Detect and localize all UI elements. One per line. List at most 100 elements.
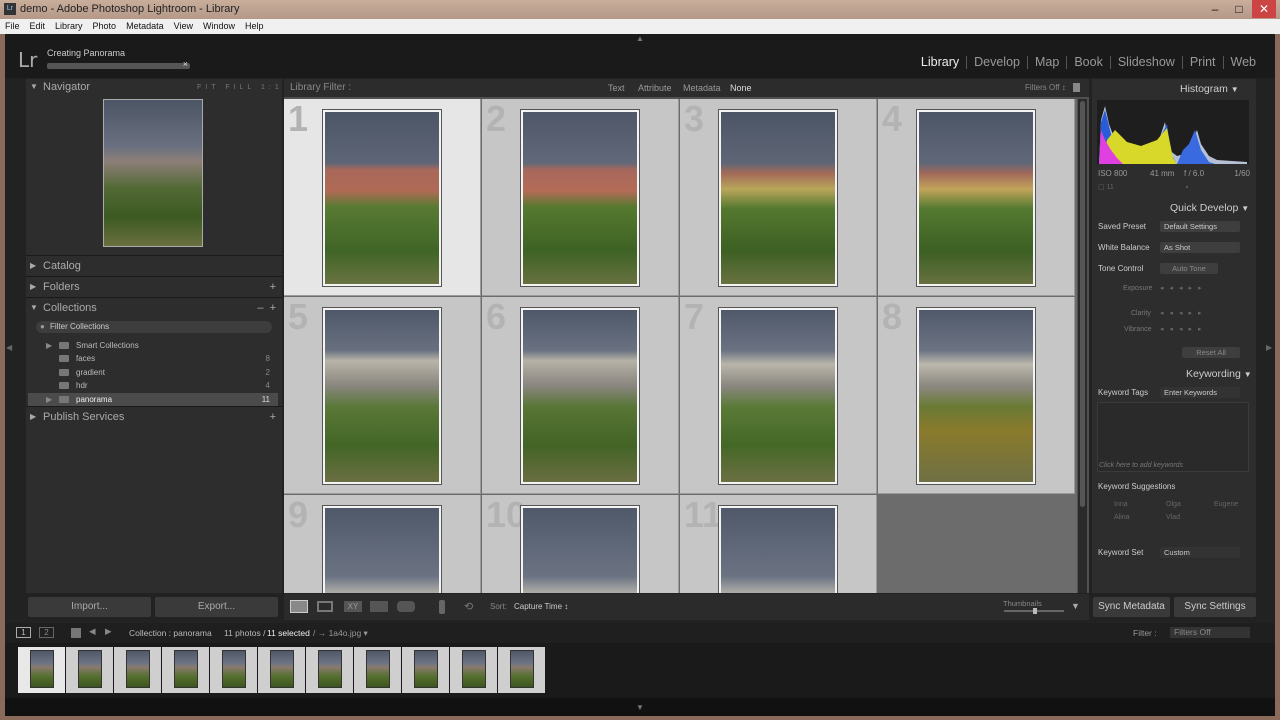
photo-thumbnail[interactable]	[916, 307, 1036, 485]
photo-thumbnail[interactable]	[520, 307, 640, 485]
grid-icon[interactable]	[71, 628, 81, 638]
suggestion-item[interactable]: Alina	[1114, 514, 1130, 521]
collection-item[interactable]: gradient 2	[28, 366, 278, 379]
collection-item[interactable]: hdr 4	[28, 379, 278, 392]
publish-services-header[interactable]: ▶ Publish Services +	[26, 406, 282, 426]
module-map[interactable]: Map	[1027, 56, 1066, 69]
filmstrip-thumbnail[interactable]	[402, 647, 449, 693]
photo-thumbnail[interactable]	[520, 109, 640, 287]
grid-cell[interactable]: 5	[284, 297, 481, 494]
photo-thumbnail[interactable]	[718, 505, 838, 593]
filters-off-dropdown[interactable]: Filters Off ↕	[1025, 79, 1066, 97]
reset-all-button[interactable]: Reset All	[1182, 347, 1240, 358]
folders-header[interactable]: ▶ Folders +	[26, 276, 282, 296]
keywording-header[interactable]: Keywording ▼	[1186, 368, 1252, 380]
photo-thumbnail[interactable]	[718, 307, 838, 485]
import-button[interactable]: Import...	[28, 597, 151, 617]
grid-cell[interactable]: 7	[680, 297, 877, 494]
filter-collections-input[interactable]: Filter Collections ●	[36, 321, 272, 333]
grid-cell[interactable]: 1	[284, 99, 481, 296]
screen-2-icon[interactable]: 2	[39, 627, 54, 638]
menu-help[interactable]: Help	[240, 19, 269, 34]
module-slideshow[interactable]: Slideshow	[1109, 56, 1182, 69]
menu-photo[interactable]: Photo	[88, 19, 122, 34]
filter-text[interactable]: Text	[608, 79, 625, 97]
collapse-top-icon[interactable]: ▲	[636, 34, 644, 43]
photo-thumbnail[interactable]	[520, 505, 640, 593]
screen-1-icon[interactable]: 1	[16, 627, 31, 638]
collection-item[interactable]: ▶ Smart Collections	[28, 339, 278, 352]
sync-settings-button[interactable]: Sync Settings	[1174, 597, 1256, 617]
module-library[interactable]: Library	[914, 56, 966, 69]
left-panel-toggle-icon[interactable]: ◀	[6, 343, 12, 352]
exposure-buttons[interactable]: ◂◂◂▸▸	[1160, 284, 1240, 294]
filmstrip-thumbnail[interactable]	[498, 647, 545, 693]
menu-edit[interactable]: Edit	[25, 19, 51, 34]
collections-header[interactable]: ▼ Collections – +	[26, 297, 282, 317]
photo-thumbnail[interactable]	[322, 505, 442, 593]
forward-arrow-icon[interactable]: ▶	[105, 626, 112, 637]
grid-cell[interactable]: 4	[878, 99, 1075, 296]
menu-window[interactable]: Window	[198, 19, 240, 34]
photo-thumbnail[interactable]	[322, 109, 442, 287]
vibrance-buttons[interactable]: ◂◂◂▸▸	[1160, 325, 1240, 335]
sort-direction-icon[interactable]: ⟲	[464, 600, 473, 613]
clarity-buttons[interactable]: ◂◂◂▸▸	[1160, 309, 1240, 319]
right-panel-toggle-icon[interactable]: ▶	[1266, 343, 1272, 352]
filmstrip-thumbnail[interactable]	[210, 647, 257, 693]
sort-dropdown[interactable]: Capture Time ↕	[514, 602, 568, 611]
grid-view-icon[interactable]	[290, 600, 308, 613]
filmstrip-thumbnail[interactable]	[18, 647, 65, 693]
grid-scrollbar[interactable]	[1078, 99, 1087, 593]
suggestion-item[interactable]: Vlad	[1166, 514, 1180, 521]
grid-cell[interactable]: 10	[482, 495, 679, 593]
maximize-button[interactable]: □	[1228, 0, 1250, 18]
export-button[interactable]: Export...	[155, 597, 278, 617]
filmstrip-thumbnail[interactable]	[354, 647, 401, 693]
filter-metadata[interactable]: Metadata	[683, 79, 721, 97]
filmstrip-thumbnail[interactable]	[306, 647, 353, 693]
minimize-button[interactable]: –	[1204, 0, 1226, 18]
filter-none[interactable]: None	[730, 79, 752, 97]
histogram-tools[interactable]: ▢ 11 ▪	[1098, 183, 1248, 191]
survey-view-icon[interactable]	[370, 601, 388, 612]
suggestion-item[interactable]: Olga	[1166, 501, 1181, 508]
suggestion-item[interactable]: Inna	[1114, 501, 1128, 508]
loupe-view-icon[interactable]	[317, 601, 333, 612]
filmstrip-filter-select[interactable]: Filters Off	[1170, 627, 1250, 638]
menu-file[interactable]: File	[0, 19, 25, 34]
photo-thumbnail[interactable]	[322, 307, 442, 485]
module-book[interactable]: Book	[1066, 56, 1110, 69]
scroll-thumb[interactable]	[1080, 101, 1085, 507]
slider-handle[interactable]	[1033, 608, 1037, 614]
filmstrip-thumbnail[interactable]	[162, 647, 209, 693]
collapse-bottom-icon[interactable]: ▼	[636, 703, 644, 712]
spray-can-icon[interactable]	[439, 600, 445, 614]
auto-tone-button[interactable]: Auto Tone	[1160, 263, 1218, 274]
catalog-header[interactable]: ▶ Catalog	[26, 255, 282, 275]
photo-thumbnail[interactable]	[718, 109, 838, 287]
sync-metadata-button[interactable]: Sync Metadata	[1093, 597, 1170, 617]
add-collection-icon[interactable]: – +	[257, 298, 276, 318]
navigator-preview[interactable]	[103, 99, 203, 247]
filmstrip-thumbnail[interactable]	[114, 647, 161, 693]
grid-cell[interactable]: 9	[284, 495, 481, 593]
grid-cell[interactable]: 11	[680, 495, 877, 593]
menu-library[interactable]: Library	[50, 19, 88, 34]
filmstrip-thumbnail[interactable]	[66, 647, 113, 693]
activity-cancel-icon[interactable]: ×	[183, 59, 188, 69]
quick-develop-header[interactable]: Quick Develop ▼	[1170, 202, 1249, 214]
filmstrip-thumbnail[interactable]	[450, 647, 497, 693]
suggestion-item[interactable]: Eugene	[1214, 501, 1238, 508]
grid-cell[interactable]: 3	[680, 99, 877, 296]
histogram-header[interactable]: Histogram ▼	[1180, 83, 1239, 95]
thumbnail-size-slider[interactable]	[1004, 608, 1064, 614]
photo-thumbnail[interactable]	[916, 109, 1036, 287]
module-web[interactable]: Web	[1222, 56, 1263, 69]
collection-item[interactable]: faces 8	[28, 352, 278, 365]
filter-attribute[interactable]: Attribute	[638, 79, 672, 97]
lock-icon[interactable]	[1073, 83, 1080, 92]
add-folder-icon[interactable]: +	[270, 277, 276, 297]
current-file[interactable]: / → 1a4o.jpg ▾	[313, 628, 368, 639]
keyword-set-select[interactable]: Custom	[1160, 547, 1240, 558]
